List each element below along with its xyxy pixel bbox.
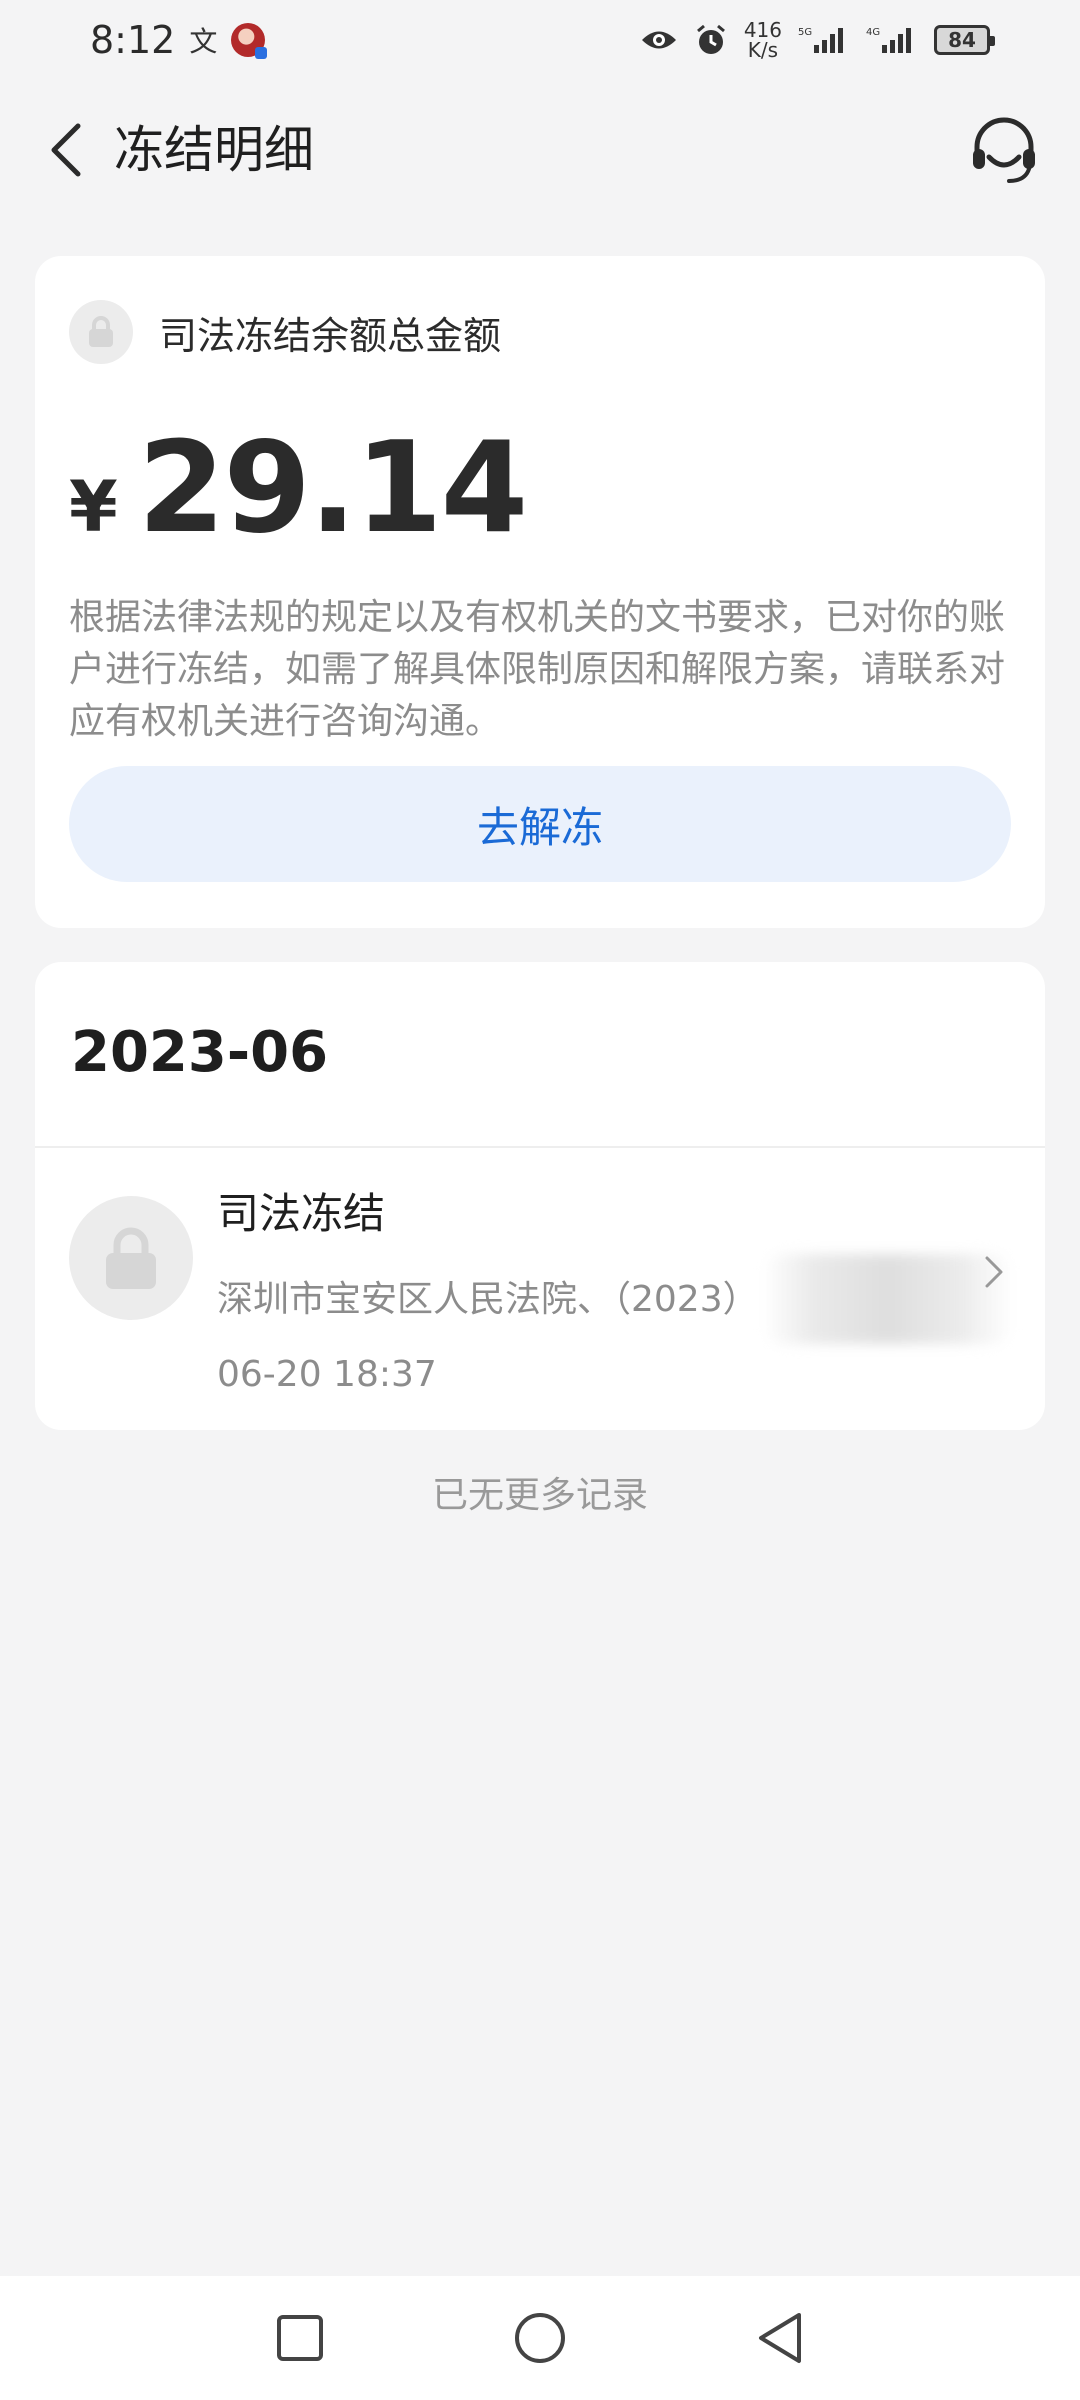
- balance-label-row: 司法冻结余额总金额: [69, 300, 501, 364]
- amount-row: ¥ 29.14: [69, 414, 529, 561]
- battery-level: 84: [948, 28, 976, 52]
- freeze-notice: 根据法律法规的规定以及有权机关的文书要求，已对你的账户进行冻结，如需了解具体限制…: [69, 597, 1006, 742]
- header: 冻结明细: [0, 100, 1080, 200]
- eye-icon: [640, 27, 678, 53]
- alarm-icon: [694, 23, 728, 57]
- battery-icon: 84: [934, 25, 995, 55]
- status-left: 8:12 文: [90, 18, 268, 62]
- square-icon: [277, 2315, 323, 2361]
- speed-value: 416: [743, 18, 782, 42]
- chevron-right-icon: [985, 1256, 1003, 1288]
- records-card: 2023-06 司法冻结 深圳市宝安区人民法院、（2023） 06-20 18:…: [35, 962, 1045, 1430]
- customer-service-button[interactable]: [964, 110, 1044, 190]
- record-time: 06-20 18:37: [217, 1354, 437, 1395]
- month-heading: 2023-06: [71, 1020, 329, 1085]
- avatar: [231, 23, 268, 59]
- network-speed: 416 K/s: [744, 20, 782, 60]
- signal-icon: 5G: [798, 25, 850, 55]
- signal-icon: 4G: [866, 25, 918, 55]
- redacted-text: [763, 1254, 1013, 1344]
- circle-icon: [515, 2313, 565, 2363]
- home-button[interactable]: [510, 2308, 570, 2368]
- status-right: 416 K/s 5G 4G 84: [640, 20, 995, 60]
- record-description: 深圳市宝安区人民法院、（2023）: [217, 1279, 759, 1320]
- status-time: 8:12: [90, 18, 176, 62]
- chevron-left-icon: [51, 123, 81, 177]
- back-button[interactable]: [36, 120, 96, 180]
- translate-icon: 文: [189, 25, 218, 58]
- currency-symbol: ¥: [69, 466, 118, 548]
- speed-unit: K/s: [747, 38, 779, 62]
- frozen-amount: 29.14: [137, 414, 529, 561]
- list-item[interactable]: 司法冻结 深圳市宝安区人民法院、（2023） 06-20 18:37: [35, 1148, 1045, 1430]
- lock-icon: [69, 1196, 193, 1320]
- network-label-5g: 5G: [798, 27, 812, 38]
- status-bar: 8:12 文 416 K/s 5G 4G 84: [0, 0, 1080, 80]
- headset-icon: [973, 117, 1035, 183]
- back-nav-button[interactable]: [750, 2308, 810, 2368]
- balance-label: 司法冻结余额总金额: [159, 313, 502, 358]
- record-title: 司法冻结: [217, 1189, 386, 1238]
- balance-card: 司法冻结余额总金额 ¥ 29.14 根据法律法规的规定以及有权机关的文书要求，已…: [35, 256, 1045, 928]
- lock-icon: [69, 300, 133, 364]
- page-title: 冻结明细: [114, 121, 314, 179]
- recent-apps-button[interactable]: [270, 2308, 330, 2368]
- navigation-bar: [0, 2276, 1080, 2400]
- network-label-4g: 4G: [866, 27, 880, 38]
- triangle-back-icon: [759, 2313, 801, 2363]
- no-more-records: 已无更多记录: [431, 1475, 648, 1516]
- unfreeze-button[interactable]: 去解冻: [69, 766, 1011, 882]
